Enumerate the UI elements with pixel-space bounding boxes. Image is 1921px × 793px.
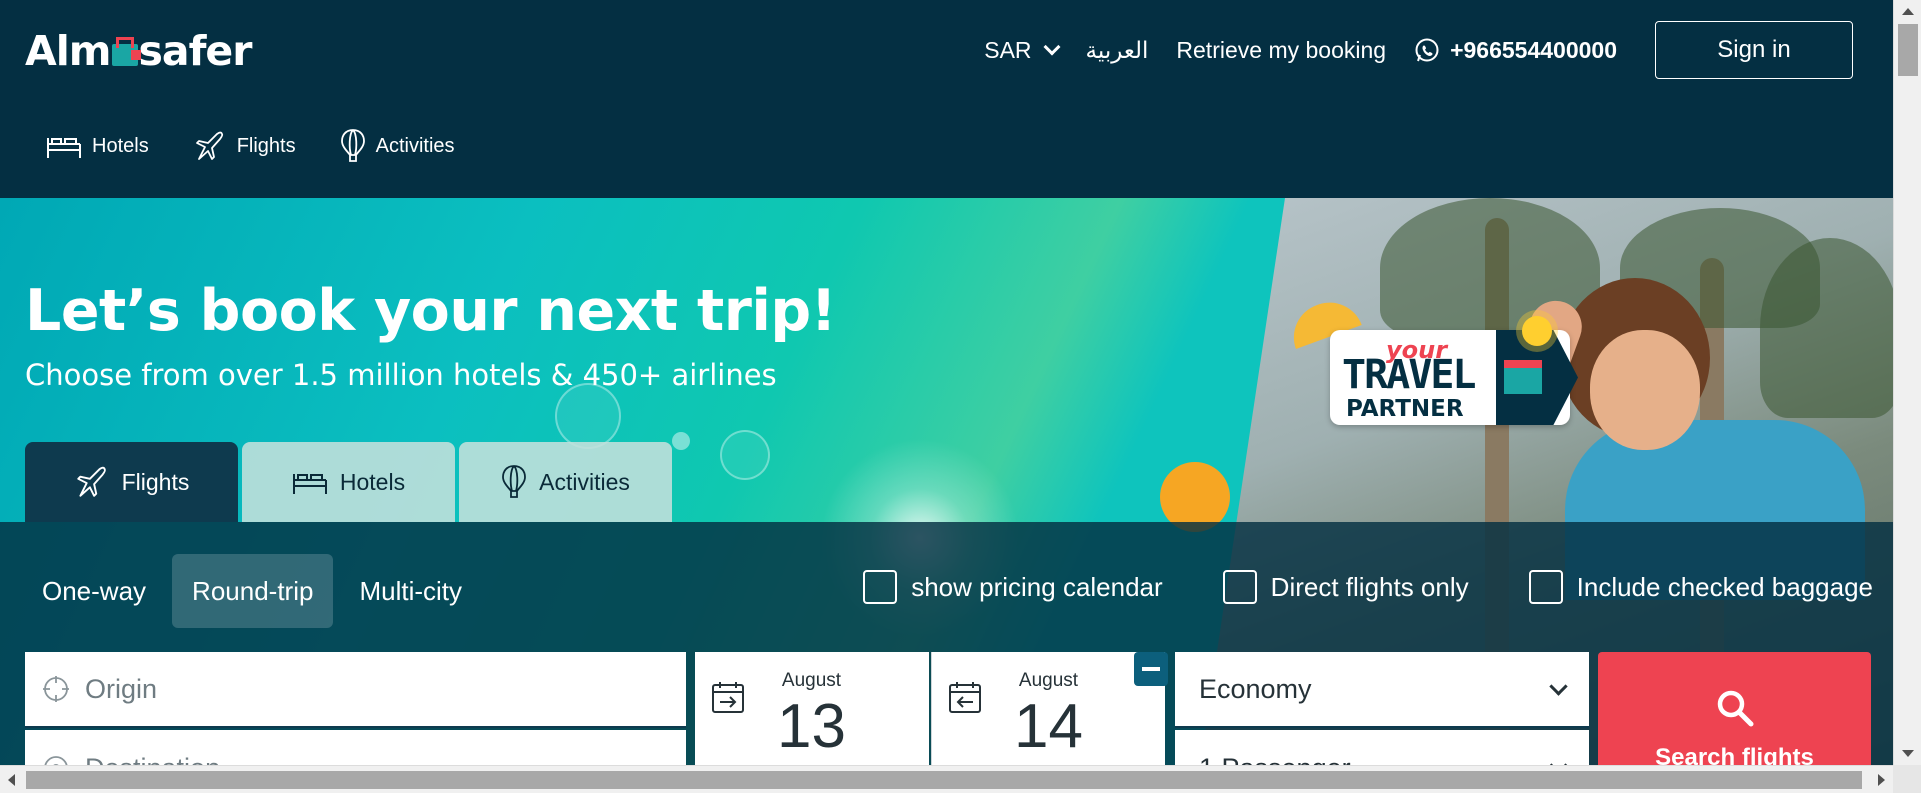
trip-one-way[interactable]: One-way [22, 554, 166, 628]
language-link[interactable]: العربية [1086, 37, 1149, 64]
hot-air-balloon-icon [502, 465, 527, 498]
passengers-value: 1 Passenger [1199, 753, 1351, 766]
whatsapp-phone-link[interactable]: +966554400000 [1414, 37, 1617, 64]
search-options: show pricing calendar Direct flights onl… [803, 570, 1873, 604]
chevron-down-icon [1043, 38, 1061, 56]
subnav-item-activities[interactable]: Activities [340, 128, 455, 164]
badge-partner: PARTNER [1346, 396, 1464, 422]
tab-activities[interactable]: Activities [459, 442, 672, 522]
trip-type-selector: One-way Round-trip Multi-city [22, 554, 488, 628]
browser-viewport: Alm safer SAR العربية Retrieve my booking… [0, 0, 1893, 765]
depart-day: 13 [777, 692, 846, 761]
scroll-down-arrow-icon[interactable] [1902, 750, 1914, 757]
trip-multi-city[interactable]: Multi-city [339, 554, 482, 628]
origin-field[interactable]: Origin [25, 652, 686, 728]
subnav-label-hotels: Hotels [92, 134, 149, 157]
decor-bubble [720, 430, 770, 480]
option-pricing-calendar[interactable]: show pricing calendar [863, 570, 1163, 604]
cabin-class-select[interactable]: Economy [1175, 652, 1589, 728]
return-date-display: August 14 [1014, 670, 1083, 765]
currency-selector[interactable]: SAR [984, 36, 1061, 64]
return-day: 14 [1014, 692, 1083, 761]
bed-icon [47, 138, 81, 158]
scroll-left-arrow-icon[interactable] [8, 774, 15, 786]
top-navigation: SAR العربية Retrieve my booking +9665544… [956, 21, 1853, 79]
product-tabs: Flights Hotels Activities [25, 442, 676, 522]
photo-kid-face [1590, 330, 1700, 450]
vertical-scroll-thumb[interactable] [1898, 24, 1918, 76]
airplane-icon [195, 131, 223, 160]
airplane-icon [76, 466, 106, 497]
logo-text-left: Alm [25, 27, 112, 75]
hero-subtitle: Choose from over 1.5 million hotels & 45… [25, 358, 777, 392]
logo-suitcase-icon [111, 37, 141, 66]
chevron-down-icon [1549, 676, 1568, 696]
destination-field[interactable]: Destination [25, 730, 686, 765]
whatsapp-icon [1415, 38, 1439, 62]
tab-flights[interactable]: Flights [25, 442, 238, 522]
tab-label-activities: Activities [539, 468, 630, 495]
calendar-depart-icon [712, 682, 744, 713]
subnav-label-activities: Activities [375, 134, 455, 157]
horizontal-scroll-thumb[interactable] [26, 771, 1862, 789]
calendar-return-icon [949, 682, 981, 713]
depart-month: August [781, 670, 842, 691]
subnav-item-hotels[interactable]: Hotels [46, 128, 149, 164]
return-month: August [1018, 670, 1079, 691]
decor-bubble [555, 383, 621, 449]
option-checked-baggage[interactable]: Include checked baggage [1528, 570, 1873, 604]
origin-placeholder: Origin [85, 673, 158, 704]
subnav-label-flights: Flights [236, 134, 296, 157]
hot-air-balloon-icon [340, 129, 365, 162]
tab-label-hotels: Hotels [339, 468, 406, 495]
depart-date-field[interactable]: August 13 [695, 652, 929, 765]
retrieve-booking-link[interactable]: Retrieve my booking [1176, 37, 1386, 64]
destination-placeholder: Destination [85, 753, 220, 766]
cabin-class-value: Economy [1199, 673, 1312, 704]
checkbox[interactable] [1222, 570, 1257, 604]
scrollbar-corner [1893, 765, 1921, 793]
search-button-label: Search flights [1655, 744, 1814, 765]
tab-label-flights: Flights [121, 468, 190, 495]
almosafer-logo[interactable]: Alm safer [25, 26, 253, 76]
scroll-right-arrow-icon[interactable] [1878, 774, 1885, 786]
badge-travel: TRAVEL [1342, 352, 1476, 398]
option-label: show pricing calendar [911, 571, 1163, 602]
product-subnav: Hotels Flights Activities [46, 128, 499, 164]
search-flights-button[interactable]: Search flights [1598, 652, 1871, 765]
passengers-select[interactable]: 1 Passenger [1175, 730, 1589, 765]
subnav-item-flights[interactable]: Flights [193, 128, 296, 164]
search-icon [1717, 690, 1753, 727]
checkbox[interactable] [863, 570, 898, 604]
trip-round-trip[interactable]: Round-trip [172, 554, 334, 628]
phone-number: +966554400000 [1450, 36, 1617, 63]
bed-icon [292, 474, 327, 494]
crosshair-icon [43, 676, 69, 702]
logo-text-right: safer [138, 27, 253, 75]
suitcase-icon [1504, 360, 1542, 394]
currency-label: SAR [984, 36, 1032, 63]
vertical-scrollbar[interactable] [1893, 0, 1921, 765]
location-pin-icon [44, 756, 68, 765]
site-header: Alm safer SAR العربية Retrieve my booking… [0, 0, 1893, 198]
checkbox[interactable] [1528, 570, 1563, 604]
depart-date-display: August 13 [777, 670, 846, 765]
horizontal-scrollbar[interactable] [0, 765, 1893, 793]
remove-return-button[interactable] [1134, 652, 1168, 686]
flight-search-panel: One-way Round-trip Multi-city show prici… [0, 522, 1893, 765]
return-date-field[interactable]: August 14 [931, 652, 1165, 765]
hero-title: Let’s book your next trip! [25, 278, 837, 344]
sign-in-button[interactable]: Sign in [1655, 21, 1853, 79]
option-direct-flights[interactable]: Direct flights only [1222, 570, 1469, 604]
tab-hotels[interactable]: Hotels [242, 442, 455, 522]
option-label: Include checked baggage [1576, 571, 1873, 602]
option-label: Direct flights only [1270, 571, 1469, 602]
scroll-up-arrow-icon[interactable] [1902, 8, 1914, 15]
sun-sticker-icon [1522, 316, 1552, 346]
chevron-down-icon [1549, 755, 1568, 765]
